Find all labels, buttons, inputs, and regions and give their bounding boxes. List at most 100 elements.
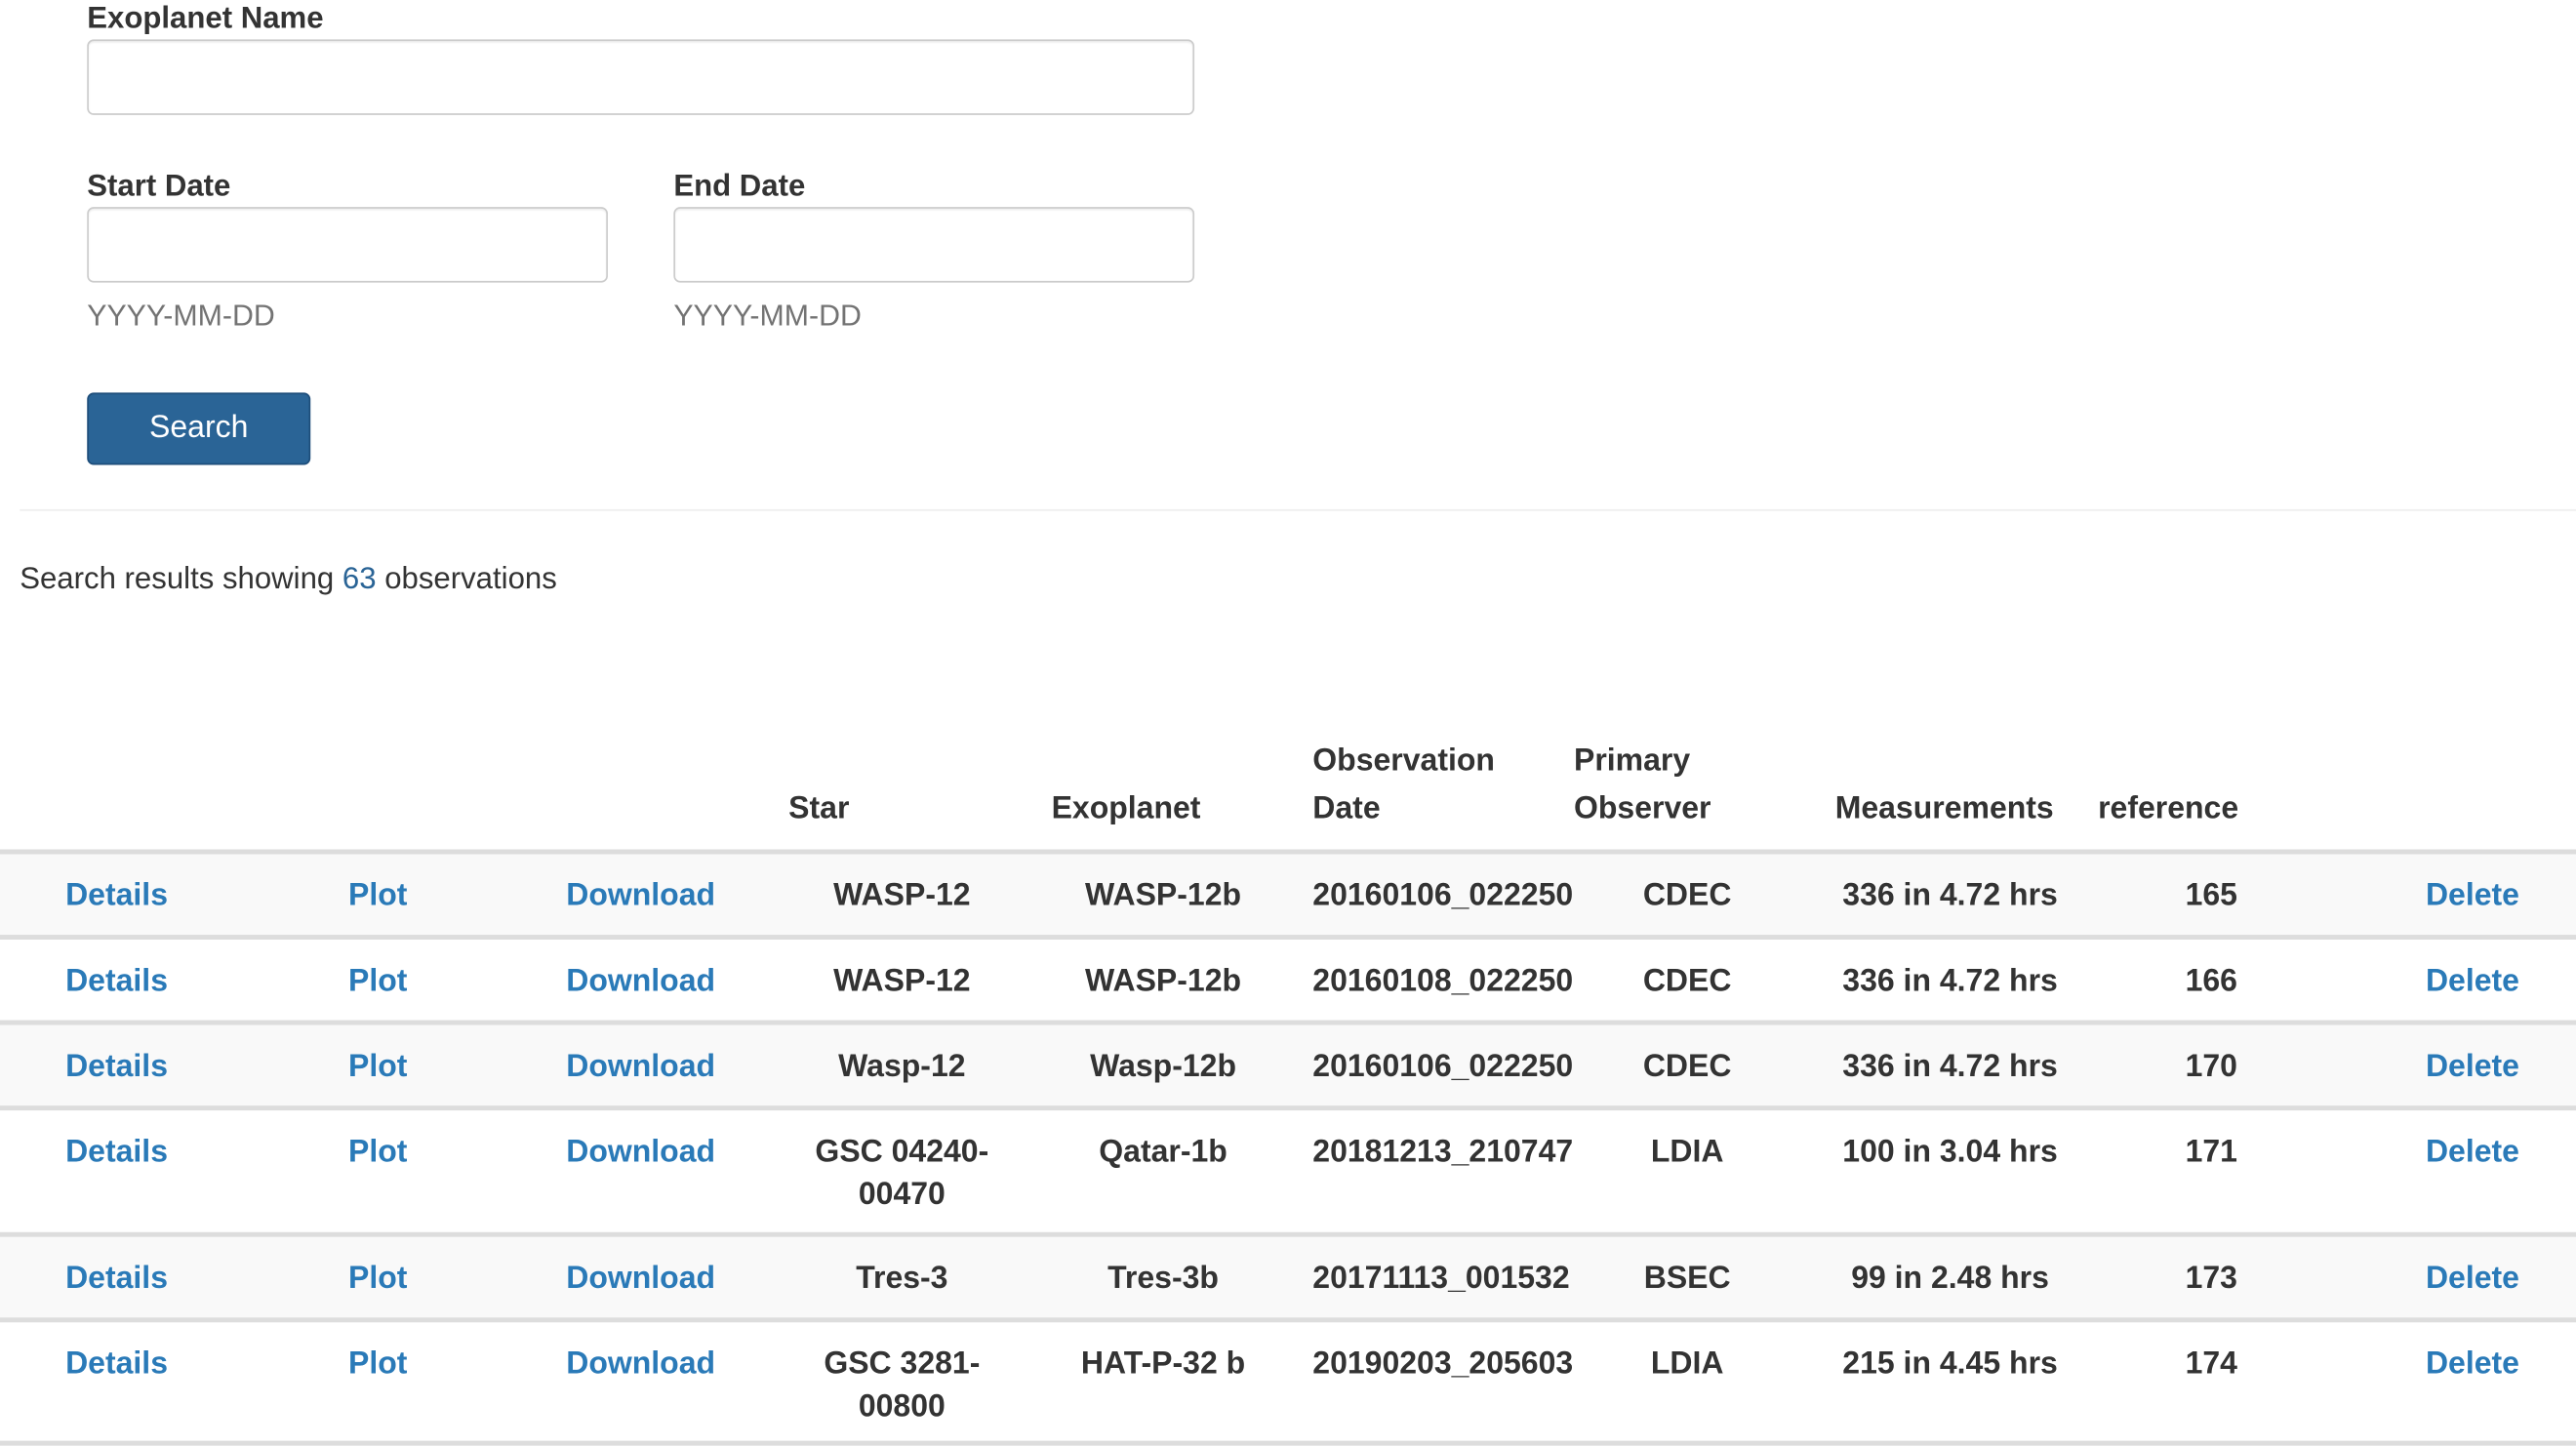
divider [20,508,2576,511]
star-cell-text: GSC 04240- [815,1135,989,1170]
details-link-text[interactable]: Details [65,875,168,918]
plot-link-text[interactable]: Plot [348,1047,407,1090]
observation-date-cell: 20160106_022250 [1312,1047,1573,1090]
end-date-input[interactable] [673,207,1195,283]
star-cell-text: GSC 3281- [824,1346,981,1382]
primary-observer-cell: CDEC [1643,875,1732,918]
plot-link[interactable]: Plot [348,961,407,1004]
details-link[interactable]: Details [65,875,168,918]
delete-link[interactable]: Delete [2426,1132,2519,1175]
measurements-cell: 336 in 4.72 hrs [1842,875,2058,918]
exoplanet-cell-text: Tres-3b [1107,1262,1219,1297]
star-cell-text: Wasp-12 [838,1049,966,1085]
delete-link[interactable]: Delete [2426,1344,2519,1386]
download-link-text[interactable]: Download [566,1344,715,1386]
exoplanet-cell: WASP-12b [1085,961,1241,1004]
star-cell: WASP-12 [833,875,970,918]
star-cell-text: WASP-12 [833,964,971,999]
header-reference: reference [2098,791,2239,826]
start-date-input[interactable] [87,207,608,283]
download-link[interactable]: Download [566,1132,715,1175]
exoplanet-cell-text: HAT-P-32 b [1080,1346,1246,1382]
results-count: 63 [342,560,377,595]
exoplanet-cell-text: Wasp-12b [1090,1049,1237,1085]
details-link-text[interactable]: Details [65,1047,168,1090]
plot-link[interactable]: Plot [348,1047,407,1090]
end-date-help: YYYY-MM-DD [673,299,862,333]
delete-link-text[interactable]: Delete [2426,1132,2519,1175]
delete-link-text[interactable]: Delete [2426,1259,2519,1302]
download-link-text[interactable]: Download [566,1047,715,1090]
primary-observer-cell: CDEC [1643,1047,1732,1090]
table-row: Details Plot Download Wasp-12 Wasp-12b 201601… [0,1024,2576,1111]
plot-link-text[interactable]: Plot [348,961,407,1004]
table-row: Details Plot Download GSC 04240- 00470 Qatar-… [0,1110,2576,1237]
details-link-text[interactable]: Details [65,1132,168,1175]
primary-observer-cell: LDIA [1651,1132,1724,1175]
table-row: Details Plot Download WASP-12 WASP-12b 201601… [0,854,2576,941]
details-link-text[interactable]: Details [65,961,168,1004]
details-link[interactable]: Details [65,1259,168,1302]
details-link-text[interactable]: Details [65,1344,168,1386]
plot-link-text[interactable]: Plot [348,1132,407,1175]
details-link[interactable]: Details [65,1047,168,1090]
table-row: Details Plot Download GSC 3281- 00800 HAT-P-3… [0,1322,2576,1446]
header-primary-observer: Primary Observer [1574,738,1711,833]
details-link[interactable]: Details [65,961,168,1004]
header-observation-date-line2: Date [1312,791,1381,826]
star-cell: GSC 04240- 00470 [815,1132,988,1218]
table-row: Details Plot Download WASP-12 WASP-12b 201601… [0,940,2576,1025]
header-star: Star [788,791,850,826]
plot-link-text[interactable]: Plot [348,875,407,918]
download-link[interactable]: Download [566,875,715,918]
measurements-cell: 100 in 3.04 hrs [1842,1132,2058,1175]
details-link-text[interactable]: Details [65,1259,168,1302]
plot-link-text[interactable]: Plot [348,1259,407,1302]
start-date-help: YYYY-MM-DD [87,299,275,333]
results-prefix: Search results showing [20,560,335,595]
search-button-label: Search [149,410,249,446]
plot-link[interactable]: Plot [348,875,407,918]
download-link-text[interactable]: Download [566,1259,715,1302]
delete-link-text[interactable]: Delete [2426,1047,2519,1090]
star-cell: WASP-12 [833,961,970,1004]
observation-date-cell: 20190203_205603 [1312,1344,1573,1386]
exoplanet-cell: HAT-P-32 b [1081,1344,1245,1386]
download-link-text[interactable]: Download [566,1132,715,1175]
delete-link[interactable]: Delete [2426,875,2519,918]
details-link[interactable]: Details [65,1132,168,1175]
delete-link[interactable]: Delete [2426,1047,2519,1090]
delete-link-text[interactable]: Delete [2426,875,2519,918]
measurements-cell: 215 in 4.45 hrs [1842,1344,2058,1386]
plot-link[interactable]: Plot [348,1259,407,1302]
delete-link[interactable]: Delete [2426,961,2519,1004]
exoplanet-name-input[interactable] [87,39,1195,115]
star-cell: GSC 3281- 00800 [824,1344,980,1429]
reference-cell: 174 [2186,1344,2237,1386]
delete-link[interactable]: Delete [2426,1259,2519,1302]
download-link-text[interactable]: Download [566,961,715,1004]
reference-cell-text: 170 [2185,1049,2237,1085]
plot-link-text[interactable]: Plot [348,1344,407,1386]
download-link[interactable]: Download [566,961,715,1004]
details-link[interactable]: Details [65,1344,168,1386]
primary-observer-cell: CDEC [1643,961,1732,1004]
star-cell-text: WASP-12 [833,878,971,914]
delete-link-text[interactable]: Delete [2426,961,2519,1004]
plot-link[interactable]: Plot [348,1344,407,1386]
observation-date-cell: 20171113_001532 [1312,1259,1569,1302]
download-link-text[interactable]: Download [566,875,715,918]
observation-date-cell-text: 20171113_001532 [1312,1262,1570,1297]
results-summary: Search results showing 63 observations [20,560,557,596]
download-link[interactable]: Download [566,1344,715,1386]
table-row: Details Plot Download Tres-3 Tres-3b 20171113… [0,1236,2576,1323]
exoplanet-cell-text: Qatar-1b [1099,1135,1228,1170]
primary-observer-cell-text: LDIA [1650,1346,1724,1382]
delete-link-text[interactable]: Delete [2426,1344,2519,1386]
search-button[interactable]: Search [87,392,311,465]
download-link[interactable]: Download [566,1047,715,1090]
download-link[interactable]: Download [566,1259,715,1302]
plot-link[interactable]: Plot [348,1132,407,1175]
measurements-cell-text: 99 in 2.48 hrs [1851,1262,2049,1297]
observation-date-cell-text: 20181213_210747 [1312,1135,1574,1170]
